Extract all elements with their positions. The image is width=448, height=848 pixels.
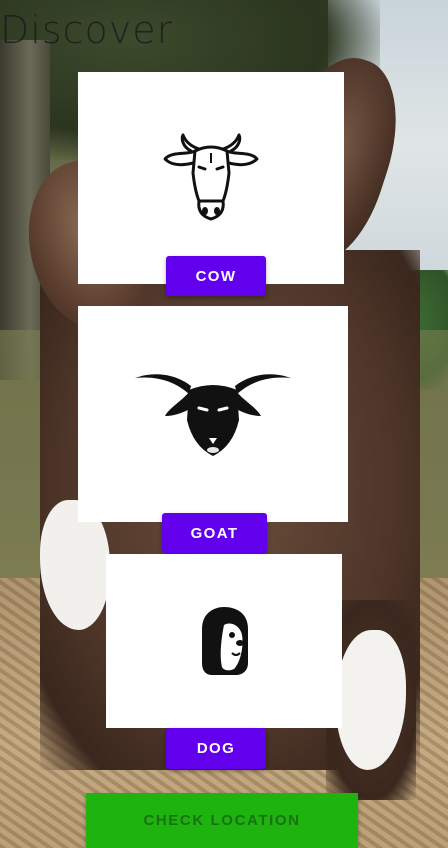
goat-icon <box>135 374 291 456</box>
animal-card-cow[interactable] <box>78 72 344 284</box>
cow-icon <box>163 133 259 221</box>
check-location-button[interactable]: CHECK LOCATION <box>86 793 358 848</box>
animal-card-dog[interactable] <box>106 554 342 728</box>
dog-button[interactable]: DOG <box>166 728 266 769</box>
goat-button[interactable]: GOAT <box>162 513 267 553</box>
animal-card-goat[interactable] <box>78 306 348 522</box>
page-title: Discover <box>0 8 174 52</box>
dog-icon <box>202 607 248 675</box>
cow-button[interactable]: COW <box>166 256 266 296</box>
